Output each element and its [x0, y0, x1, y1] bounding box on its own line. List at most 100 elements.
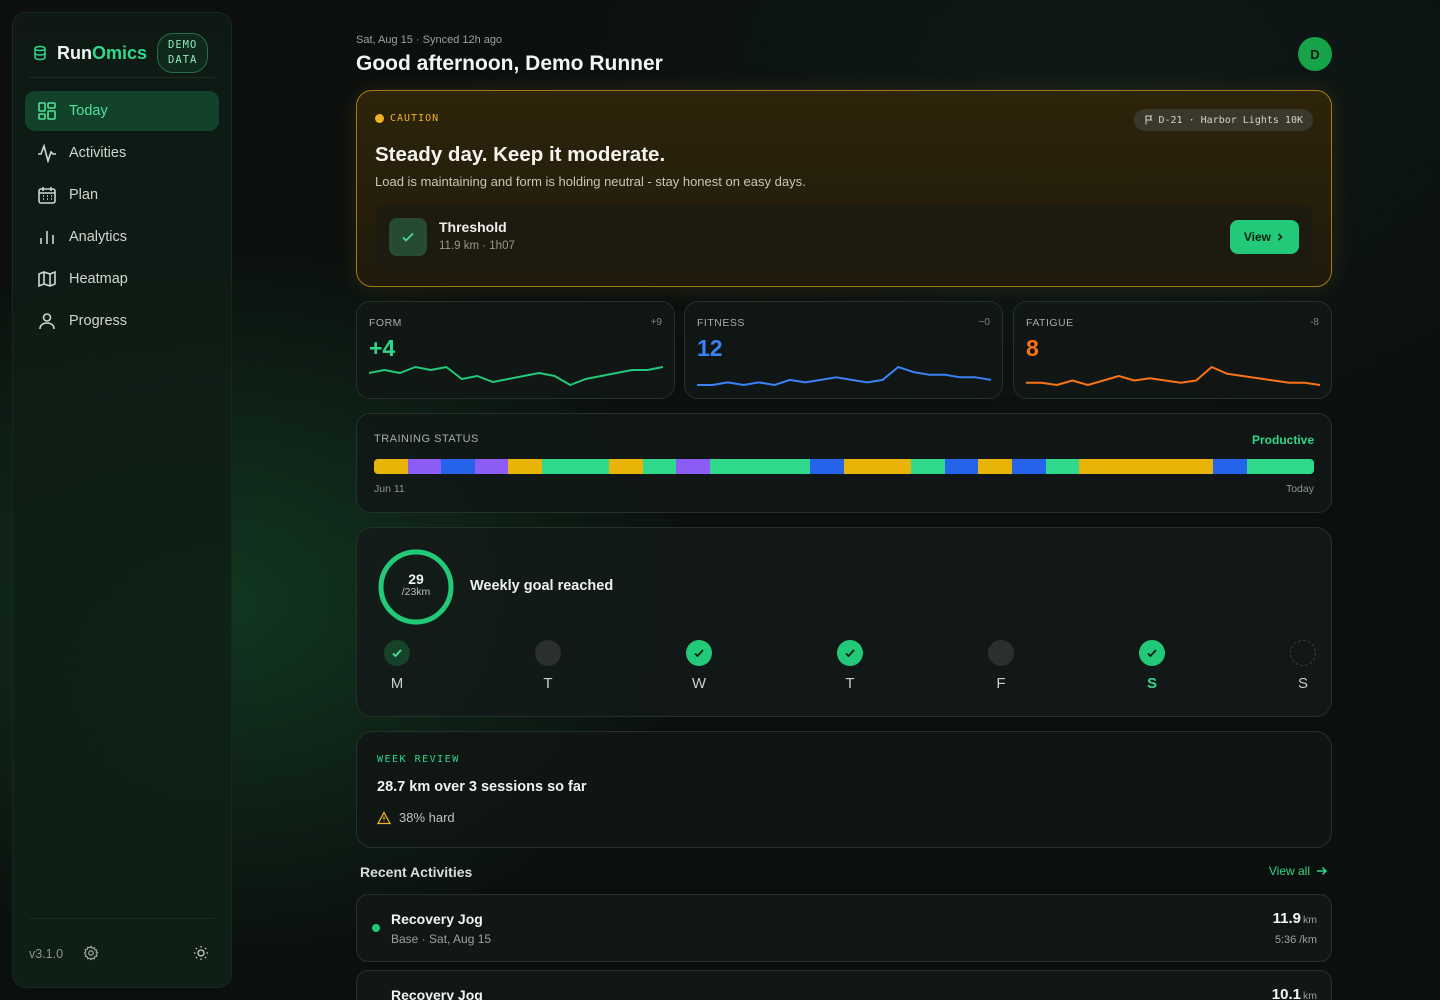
- user-icon: [39, 313, 55, 330]
- week-day[interactable]: F: [981, 640, 1021, 692]
- sidebar-item-label: Today: [69, 103, 108, 119]
- week-day[interactable]: M: [377, 640, 417, 692]
- metric-value: 8: [1026, 335, 1039, 361]
- sidebar-item-label: Progress: [69, 313, 128, 329]
- view-all-label: View all: [1268, 864, 1310, 878]
- status-segment: [978, 459, 1012, 474]
- workout-check-badge: [389, 218, 427, 256]
- day-letter: S: [1297, 675, 1308, 692]
- fatigue-metric-card[interactable]: FATIGUE -8 8: [1013, 301, 1332, 399]
- sun-icon[interactable]: [193, 945, 209, 961]
- sidebar-item-progress[interactable]: Progress: [25, 301, 219, 341]
- sidebar-item-activities[interactable]: Activities: [25, 133, 219, 173]
- caution-dot-icon: [375, 114, 384, 123]
- activity-status-dot: [372, 924, 380, 932]
- caution-tag-text: CAUTION: [390, 113, 440, 124]
- status-segment: [1079, 459, 1214, 474]
- training-status-card: TRAINING STATUS Productive Jun 11 Today: [356, 413, 1332, 513]
- pulse-icon: [38, 143, 56, 163]
- week-review-card: WEEK REVIEW 28.7 km over 3 sessions so f…: [356, 731, 1332, 848]
- hard-effort-warning: 38% hard: [377, 810, 455, 825]
- check-icon: [1147, 649, 1157, 658]
- status-segment: [508, 459, 542, 474]
- view-workout-button[interactable]: View: [1229, 220, 1299, 254]
- sidebar: Run Omics DEMO DATA Today Activities Plan…: [12, 12, 232, 988]
- fitness-metric-card[interactable]: FITNESS ~0 12: [684, 301, 1003, 399]
- sidebar-footer-divider: [29, 918, 215, 919]
- page-title: Good afternoon, Demo Runner: [356, 52, 663, 75]
- weekly-goal: /23km: [401, 586, 431, 598]
- map-icon: [38, 270, 56, 288]
- view-button-label: View: [1243, 230, 1271, 244]
- sidebar-item-label: Analytics: [69, 229, 128, 245]
- sidebar-item-today[interactable]: Today: [25, 91, 219, 131]
- status-segment: [609, 459, 643, 474]
- activity-distance-unit: km: [1303, 914, 1317, 926]
- week-day[interactable]: W: [679, 640, 719, 692]
- activity-distance: 10.1 km: [1272, 986, 1317, 1000]
- sparkline-path: [369, 366, 663, 386]
- day-status-dot: [384, 640, 410, 666]
- avatar[interactable]: D: [1298, 37, 1332, 71]
- timeline-end-label: Today: [1285, 483, 1314, 495]
- status-segment: [541, 459, 610, 474]
- activity-name: Recovery Jog: [391, 911, 483, 927]
- status-segment: [1045, 459, 1080, 474]
- caution-title: Steady day. Keep it moderate.: [375, 143, 666, 166]
- fitness-sparkline: [697, 366, 991, 386]
- flag-icon: [1145, 115, 1152, 125]
- race-countdown-chip[interactable]: D-21 · Harbor Lights 10K: [1133, 109, 1313, 131]
- sidebar-item-plan[interactable]: Plan: [25, 175, 219, 215]
- status-segment: [441, 459, 475, 474]
- caution-label: CAUTION: [375, 113, 439, 124]
- check-icon: [392, 649, 402, 658]
- brand-name-second: Omics: [92, 42, 148, 63]
- sidebar-item-label: Activities: [69, 145, 127, 161]
- sidebar-item-analytics[interactable]: Analytics: [25, 217, 219, 257]
- sidebar-item-label: Plan: [69, 187, 99, 203]
- training-status-value: Productive: [1251, 433, 1314, 447]
- gear-icon[interactable]: [83, 945, 99, 961]
- sidebar-nav: Today Activities Plan Analytics Heatmap …: [25, 91, 219, 343]
- status-segment: [407, 459, 442, 474]
- activity-pace: 5:36 /km: [1274, 934, 1317, 946]
- metric-delta: ~0: [978, 317, 990, 328]
- brand[interactable]: Run Omics DEMO DATA: [33, 27, 211, 79]
- week-day[interactable]: S: [1132, 640, 1172, 692]
- week-day[interactable]: T: [830, 640, 870, 692]
- check-icon: [402, 232, 414, 242]
- week-day[interactable]: S: [1283, 640, 1323, 692]
- day-status-dot: [1139, 640, 1165, 666]
- week-review-label: WEEK REVIEW: [377, 754, 460, 765]
- status-segment: [709, 459, 811, 474]
- workout-meta: 11.9 km · 1h07: [439, 240, 515, 252]
- day-letter: T: [543, 675, 553, 692]
- check-icon: [694, 649, 704, 658]
- day-status-dot: [535, 640, 561, 666]
- day-letter: M: [390, 675, 404, 692]
- sidebar-item-heatmap[interactable]: Heatmap: [25, 259, 219, 299]
- form-metric-card[interactable]: FORM +9 +4: [356, 301, 675, 399]
- day-status-dot: [837, 640, 863, 666]
- activity-distance-value: 10.1: [1271, 986, 1301, 1000]
- status-segment: [474, 459, 509, 474]
- bar-chart-icon: [40, 231, 54, 244]
- training-status-timeline: [374, 459, 1314, 474]
- sparkline-path: [697, 366, 991, 386]
- demo-badge-line1: DEMO: [168, 39, 198, 51]
- warning-icon: [377, 810, 391, 824]
- day-status-dot: [988, 640, 1014, 666]
- day-letter: F: [996, 675, 1006, 692]
- todays-workout: Threshold 11.9 km · 1h07 View: [375, 205, 1313, 269]
- week-day[interactable]: T: [528, 640, 568, 692]
- activity-row[interactable]: Recovery Jog 10.1 km: [356, 970, 1332, 1000]
- activity-row[interactable]: Recovery Jog Base · Sat, Aug 15 11.9 km 5…: [356, 894, 1332, 962]
- metric-label: FATIGUE: [1026, 317, 1074, 329]
- view-all-link[interactable]: View all: [1269, 864, 1328, 878]
- status-segment: [676, 459, 710, 474]
- day-status-dot: [1290, 640, 1316, 666]
- demo-badge-line2: DATA: [168, 54, 198, 66]
- recent-activities-title: Recent Activities: [360, 864, 473, 880]
- grid-icon: [38, 102, 56, 120]
- hard-percentage: 38% hard: [399, 810, 455, 825]
